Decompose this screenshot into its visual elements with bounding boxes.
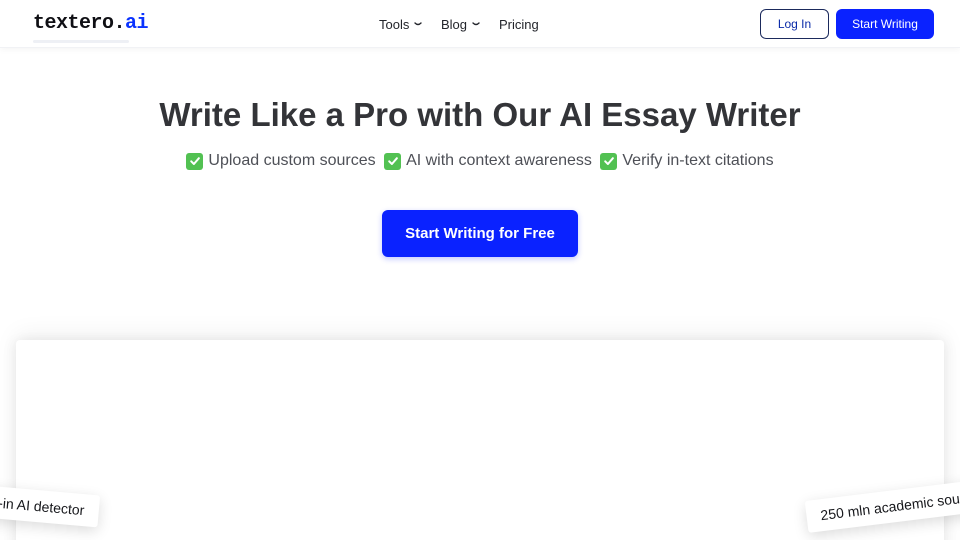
login-button[interactable]: Log In bbox=[760, 9, 829, 39]
chevron-down-icon bbox=[414, 22, 423, 26]
logo[interactable]: textero.ai bbox=[33, 12, 149, 36]
check-mark-icon bbox=[186, 152, 204, 170]
feature-label: Verify in-text citations bbox=[622, 152, 774, 169]
nav-tools-label: Tools bbox=[379, 16, 410, 32]
nav-pricing[interactable]: Pricing bbox=[499, 15, 539, 33]
chevron-down-icon bbox=[472, 22, 480, 26]
nav-blog[interactable]: Blog bbox=[441, 15, 481, 33]
nav-blog-label: Blog bbox=[441, 16, 468, 32]
nav-pricing-label: Pricing bbox=[499, 16, 539, 32]
logo-underline bbox=[33, 40, 129, 43]
feature-item: Verify in-text citations bbox=[600, 151, 774, 171]
feature-label: AI with context awareness bbox=[406, 152, 592, 169]
logo-text: textero. bbox=[33, 12, 126, 35]
site-header: textero.ai Tools Blog Pricing Log In Sta… bbox=[0, 0, 960, 48]
start-writing-free-button[interactable]: Start Writing for Free bbox=[382, 210, 578, 257]
feature-label: Upload custom sources bbox=[208, 152, 376, 169]
feature-item: Upload custom sources bbox=[186, 151, 376, 171]
product-preview bbox=[16, 340, 944, 540]
nav-tools[interactable]: Tools bbox=[379, 15, 423, 33]
check-mark-icon bbox=[600, 152, 618, 170]
check-mark-icon bbox=[384, 152, 402, 170]
feature-list: Upload custom sources AI with context aw… bbox=[0, 151, 960, 173]
start-writing-button[interactable]: Start Writing bbox=[836, 9, 934, 39]
hero-title: Write Like a Pro with Our AI Essay Write… bbox=[159, 96, 801, 133]
page: textero.ai Tools Blog Pricing Log In Sta… bbox=[0, 0, 960, 540]
logo-accent: ai bbox=[125, 12, 149, 35]
feature-item: AI with context awareness bbox=[384, 151, 592, 171]
